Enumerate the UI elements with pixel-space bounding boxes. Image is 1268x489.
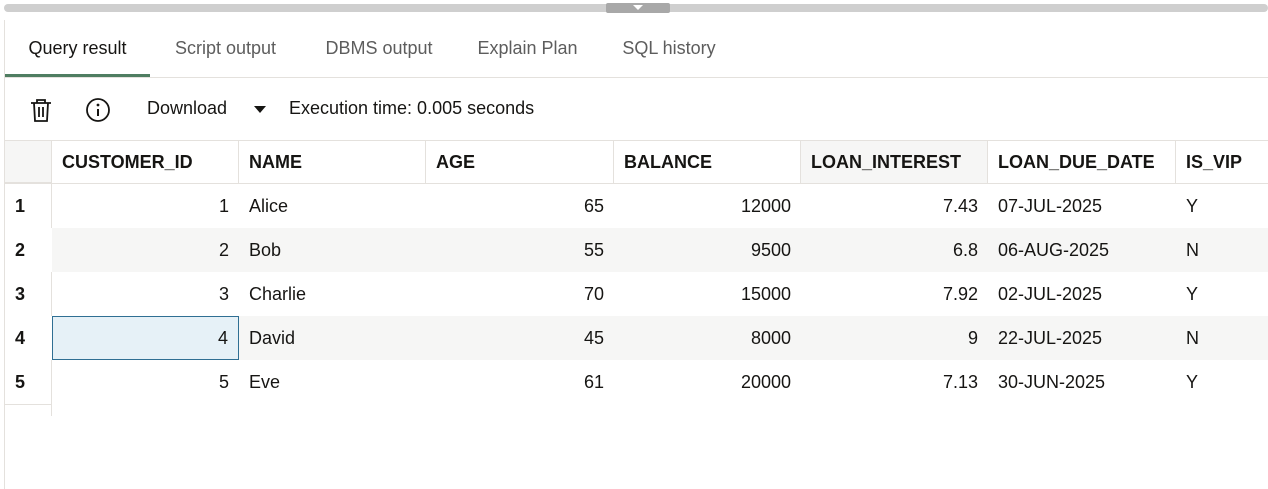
results-toolbar: Download Execution time: 0.005 seconds	[5, 78, 1268, 141]
cell-age[interactable]: 70	[426, 272, 614, 316]
row-number-column-end	[5, 404, 52, 416]
splitter-collapse-handle[interactable]	[606, 3, 670, 13]
tab-query-result[interactable]: Query result	[5, 20, 150, 77]
cell-age[interactable]: 45	[426, 316, 614, 360]
column-header-customer-id[interactable]: CUSTOMER_ID	[52, 141, 239, 183]
cell-balance[interactable]: 12000	[614, 184, 801, 228]
cell-loan-interest[interactable]: 6.8	[801, 228, 988, 272]
row-number[interactable]: 1	[5, 184, 52, 228]
results-grid: CUSTOMER_ID NAME AGE BALANCE LOAN_INTERE…	[5, 141, 1268, 489]
cell-is-vip[interactable]: Y	[1176, 272, 1268, 316]
column-header-loan-due-date[interactable]: LOAN_DUE_DATE	[988, 141, 1176, 183]
download-menu-button[interactable]	[247, 95, 273, 123]
cell-age[interactable]: 55	[426, 228, 614, 272]
cell-loan-due-date[interactable]: 22-JUL-2025	[988, 316, 1176, 360]
cell-customer-id[interactable]: 2	[52, 228, 239, 272]
row-number[interactable]: 4	[5, 316, 52, 360]
cell-balance[interactable]: 8000	[614, 316, 801, 360]
cell-balance[interactable]: 9500	[614, 228, 801, 272]
cell-customer-id[interactable]: 1	[52, 184, 239, 228]
column-header-is-vip[interactable]: IS_VIP	[1176, 141, 1268, 183]
column-header-loan-interest[interactable]: LOAN_INTEREST	[801, 141, 988, 183]
column-header-name[interactable]: NAME	[239, 141, 426, 183]
panel-splitter[interactable]	[0, 0, 1268, 13]
cell-age[interactable]: 61	[426, 360, 614, 404]
cell-loan-interest[interactable]: 9	[801, 316, 988, 360]
cell-is-vip[interactable]: Y	[1176, 360, 1268, 404]
tab-explain-plan[interactable]: Explain Plan	[461, 20, 594, 77]
cell-loan-interest[interactable]: 7.92	[801, 272, 988, 316]
cell-balance[interactable]: 20000	[614, 360, 801, 404]
table-row[interactable]: 2 2 Bob 55 9500 6.8 06-AUG-2025 N	[5, 228, 1268, 272]
cell-name[interactable]: David	[239, 316, 426, 360]
tab-script-output[interactable]: Script output	[155, 20, 296, 77]
cell-balance[interactable]: 15000	[614, 272, 801, 316]
cell-name[interactable]: Eve	[239, 360, 426, 404]
execution-time: Execution time: 0.005 seconds	[289, 98, 535, 118]
download-button[interactable]: Download	[137, 91, 237, 125]
cell-age[interactable]: 65	[426, 184, 614, 228]
cell-name[interactable]: Bob	[239, 228, 426, 272]
cell-name[interactable]: Alice	[239, 184, 426, 228]
column-header-balance[interactable]: BALANCE	[614, 141, 801, 183]
tab-dbms-output[interactable]: DBMS output	[307, 20, 451, 77]
trash-icon[interactable]	[26, 95, 56, 125]
cell-is-vip[interactable]: N	[1176, 228, 1268, 272]
cell-loan-due-date[interactable]: 30-JUN-2025	[988, 360, 1176, 404]
cell-loan-due-date[interactable]: 07-JUL-2025	[988, 184, 1176, 228]
caret-down-icon	[254, 106, 266, 113]
chevron-down-icon	[633, 5, 643, 10]
table-row[interactable]: 4 4 David 45 8000 9 22-JUL-2025 N	[5, 316, 1268, 360]
cell-loan-due-date[interactable]: 06-AUG-2025	[988, 228, 1176, 272]
cell-loan-due-date[interactable]: 02-JUL-2025	[988, 272, 1176, 316]
column-header-age[interactable]: AGE	[426, 141, 614, 183]
table-row[interactable]: 1 1 Alice 65 12000 7.43 07-JUL-2025 Y	[5, 184, 1268, 228]
results-panel: Query result Script output DBMS output E…	[4, 20, 1268, 489]
table-row[interactable]: 3 3 Charlie 70 15000 7.92 02-JUL-2025 Y	[5, 272, 1268, 316]
row-number[interactable]: 2	[5, 228, 52, 272]
cell-is-vip[interactable]: Y	[1176, 184, 1268, 228]
table-row[interactable]: 5 5 Eve 61 20000 7.13 30-JUN-2025 Y	[5, 360, 1268, 404]
results-tabs: Query result Script output DBMS output E…	[5, 20, 1268, 78]
info-icon[interactable]	[83, 95, 113, 125]
tab-sql-history[interactable]: SQL history	[605, 20, 733, 77]
cell-loan-interest[interactable]: 7.43	[801, 184, 988, 228]
row-number[interactable]: 3	[5, 272, 52, 316]
row-number[interactable]: 5	[5, 360, 52, 404]
cell-loan-interest[interactable]: 7.13	[801, 360, 988, 404]
cell-customer-id-selected[interactable]: 4	[52, 316, 239, 360]
cell-is-vip[interactable]: N	[1176, 316, 1268, 360]
cell-customer-id[interactable]: 3	[52, 272, 239, 316]
cell-name[interactable]: Charlie	[239, 272, 426, 316]
cell-customer-id[interactable]: 5	[52, 360, 239, 404]
header-row: CUSTOMER_ID NAME AGE BALANCE LOAN_INTERE…	[5, 141, 1268, 184]
